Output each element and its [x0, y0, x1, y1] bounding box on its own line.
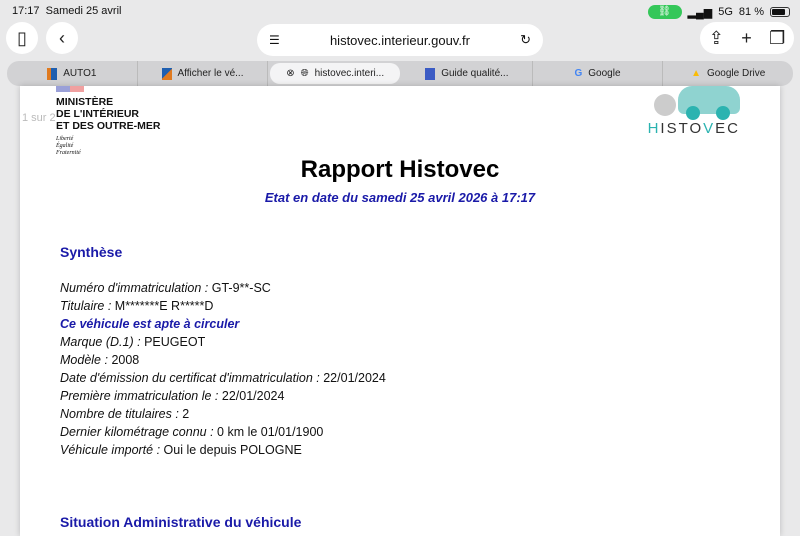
toolbar-actions: ⇪ + ❐: [700, 22, 794, 54]
address-bar[interactable]: ☰ histovec.interieur.gouv.fr ↻: [257, 24, 543, 56]
field-premiere-immat: Première immatriculation le : 22/01/2024: [60, 389, 285, 403]
reload-icon[interactable]: ↻: [520, 32, 531, 48]
tab-guide-qualite[interactable]: Guide qualité...: [402, 61, 533, 86]
tab-label: AUTO1: [63, 68, 97, 79]
close-tab-icon[interactable]: ⊗: [286, 68, 294, 79]
auto1-favicon-icon: [47, 67, 58, 80]
tab-google[interactable]: G Google: [533, 61, 664, 86]
signal-icon: ▂▄▆: [687, 6, 713, 19]
tab-auto1[interactable]: AUTO1: [7, 61, 138, 86]
link-icon: ⛓: [647, 5, 682, 19]
field-date-emission: Date d'émission du certificat d'immatric…: [60, 371, 386, 385]
google-icon: G: [574, 68, 583, 79]
tab-bar: AUTO1 Afficher le vé... ⊗ 🌐︎ histovec.inte…: [7, 61, 793, 86]
tab-label: Guide qualité...: [441, 68, 509, 79]
site-favicon-icon: [161, 67, 172, 80]
page-indicator: 1 sur 2: [22, 112, 56, 124]
section-synthese: Synthèse: [60, 244, 123, 260]
globe-icon: 🌐︎: [300, 68, 309, 79]
tab-label: histovec.interi...: [314, 68, 385, 79]
status-bar: 17:17 Samedi 25 avril ⛓ ▂▄▆ 5G 81 %: [0, 0, 800, 22]
car-icon: [648, 86, 740, 120]
drive-icon: ▲: [691, 68, 701, 79]
tab-histovec[interactable]: ⊗ 🌐︎ histovec.interi...: [270, 63, 401, 84]
network-label: 5G: [718, 6, 733, 18]
ministry-logo: MINISTÈRE DE L'INTÉRIEUR ET DES OUTRE-MER …: [56, 96, 161, 156]
tab-google-drive[interactable]: ▲ Google Drive: [663, 61, 793, 86]
status-apte: Ce véhicule est apte à circuler: [60, 317, 240, 331]
tab-label: Google: [588, 68, 621, 79]
status-time-date: 17:17 Samedi 25 avril: [12, 5, 122, 17]
field-titulaires: Nombre de titulaires : 2: [60, 407, 190, 421]
share-icon[interactable]: ⇪: [709, 28, 724, 49]
marianne-logo-icon: [56, 86, 84, 92]
field-marque: Marque (D.1) : PEUGEOT: [60, 335, 206, 349]
field-titulaire: Titulaire : M*******E R*****D: [60, 299, 214, 313]
sidebar-icon: ▯: [17, 27, 27, 48]
field-kilometrage: Dernier kilométrage connu : 0 km le 01/0…: [60, 425, 324, 439]
url-text: histovec.interieur.gouv.fr: [329, 32, 470, 48]
tab-label: Afficher le vé...: [177, 68, 244, 79]
field-immatriculation: Numéro d'immatriculation : GT-9**-SC: [60, 281, 271, 295]
battery-icon: [770, 7, 790, 17]
tab-afficher[interactable]: Afficher le vé...: [138, 61, 269, 86]
tab-label: Google Drive: [706, 68, 766, 79]
tabs-overview-icon[interactable]: ❐: [769, 28, 785, 49]
histovec-logo: HISTOVEC: [648, 86, 740, 137]
chevron-left-icon: ‹: [59, 27, 65, 48]
reader-icon[interactable]: ☰: [269, 33, 280, 47]
pdf-page: MINISTÈRE DE L'INTÉRIEUR ET DES OUTRE-MER …: [20, 86, 780, 536]
sidebar-toggle-button[interactable]: ▯: [6, 22, 38, 54]
field-modele: Modèle : 2008: [60, 353, 140, 367]
field-importe: Véhicule importé : Oui le depuis POLOGNE: [60, 443, 302, 457]
back-button[interactable]: ‹: [46, 22, 78, 54]
doc-favicon-icon: [425, 67, 436, 80]
synthese-fields: Numéro d'immatriculation : GT-9**-SC Tit…: [60, 279, 386, 459]
new-tab-icon[interactable]: +: [741, 28, 752, 49]
report-title: Rapport Histovec: [300, 156, 500, 183]
section-situation-admin: Situation Administrative du véhicule: [60, 514, 302, 530]
browser-toolbar: ▯ ‹ ☰ histovec.interieur.gouv.fr ↻ ⇪ + ❐: [0, 22, 800, 58]
report-subtitle: Etat en date du samedi 25 avril 2026 à 1…: [264, 190, 536, 205]
battery-percent: 81 %: [738, 6, 764, 18]
